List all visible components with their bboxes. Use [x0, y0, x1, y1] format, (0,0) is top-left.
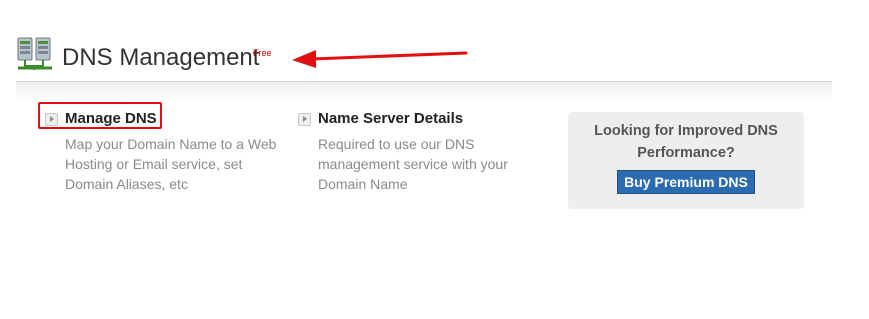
manage-dns-description: Map your Domain Name to a Web Hosting or…	[65, 136, 277, 192]
page-title: DNS Management	[62, 44, 260, 71]
play-arrow-icon	[298, 113, 311, 126]
annotation-arrow	[292, 50, 468, 68]
buy-premium-dns-button[interactable]: Buy Premium DNS	[617, 170, 755, 194]
header-divider	[16, 81, 832, 100]
name-server-description: Required to use our DNS management servi…	[318, 136, 508, 192]
server-network-icon	[16, 36, 56, 76]
free-badge: Free	[253, 48, 272, 58]
premium-dns-promo: Looking for Improved DNS Performance? Bu…	[568, 112, 804, 209]
name-server-option: Name Server Details Required to use our …	[298, 110, 538, 194]
annotation-highlight-box	[38, 102, 162, 129]
name-server-details-link[interactable]: Name Server Details	[318, 110, 463, 127]
promo-text: Looking for Improved DNS Performance?	[594, 123, 778, 161]
